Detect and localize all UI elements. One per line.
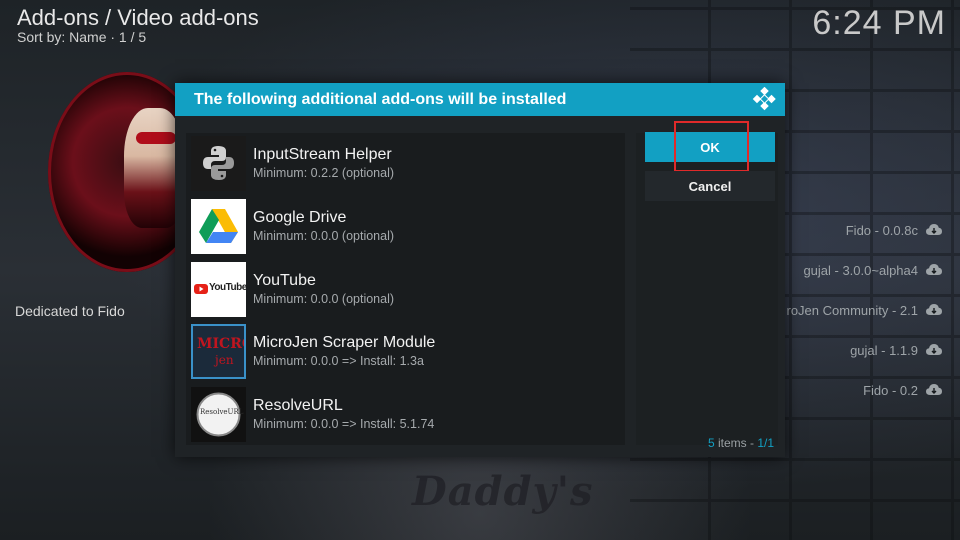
cloud-download-icon <box>926 384 942 396</box>
cloud-download-icon <box>926 264 942 276</box>
cloud-download-icon <box>926 224 942 236</box>
microjen-logo-text-1: MICRO <box>197 335 244 352</box>
addon-description: Dedicated to Fido <box>15 303 125 319</box>
resolveurl-icon: ResolveURL <box>191 386 246 442</box>
resolveurl-logo-text: ResolveURL <box>200 407 244 416</box>
python-icon: python <box>191 135 246 191</box>
cancel-button[interactable]: Cancel <box>645 171 775 201</box>
list-item[interactable]: MICRO jen MicroJen Scraper Module Minimu… <box>191 322 625 380</box>
breadcrumb: Add-ons / Video add-ons <box>17 5 259 30</box>
list-item[interactable]: python InputStream Helper Minimum: 0.2.2… <box>191 134 625 192</box>
kodi-logo-icon <box>752 86 777 112</box>
list-item[interactable]: ResolveURL ResolveURL Minimum: 0.0.0 => … <box>191 385 625 443</box>
repo-item-label: roJen Community - 2.1 <box>786 302 919 318</box>
ok-button-highlight <box>674 121 749 172</box>
addon-name: Google Drive <box>253 209 347 226</box>
cloud-download-icon <box>926 344 942 356</box>
google-drive-icon <box>191 198 246 254</box>
microjen-icon: MICRO jen <box>191 323 246 379</box>
dialog-title: The following additional add-ons will be… <box>194 90 567 108</box>
items-count-number: 5 <box>707 436 715 450</box>
items-count-label: items - <box>714 436 758 450</box>
repo-item-label: Fido - 0.0.8c <box>845 222 918 238</box>
clock: 6:24 PM <box>812 4 946 42</box>
list-item[interactable]: YouTube YouTube Minimum: 0.0.0 (optional… <box>191 260 625 318</box>
addon-version: Minimum: 0.0.0 => Install: 5.1.74 <box>253 417 435 431</box>
items-page: 1/1 <box>757 436 774 450</box>
addon-version: Minimum: 0.0.0 => Install: 1.3a <box>253 354 424 368</box>
list-item[interactable]: Google Drive Minimum: 0.0.0 (optional) <box>191 197 625 255</box>
dependency-install-dialog: The following additional add-ons will be… <box>175 83 785 457</box>
cloud-download-icon <box>926 304 942 316</box>
dialog-header: The following additional add-ons will be… <box>175 83 785 116</box>
sort-info: Sort by: Name · 1 / 5 <box>17 29 147 45</box>
repo-item-label: Fido - 0.2 <box>863 382 918 398</box>
background-banner-text: Daddy's <box>412 468 594 515</box>
addon-version: Minimum: 0.0.0 (optional) <box>253 292 395 306</box>
repo-item-label: gujal - 1.1.9 <box>850 342 918 358</box>
addon-name: InputStream Helper <box>253 146 392 163</box>
addon-name: YouTube <box>253 272 316 289</box>
items-count: 5 items - 1/1 <box>708 436 774 450</box>
microjen-logo-text-2: jen <box>215 352 234 367</box>
addon-name: ResolveURL <box>253 397 343 414</box>
repo-item-label: gujal - 3.0.0~alpha4 <box>803 262 918 278</box>
youtube-wordmark: YouTube <box>209 281 246 293</box>
addon-version: Minimum: 0.2.2 (optional) <box>253 166 395 180</box>
addon-version: Minimum: 0.0.0 (optional) <box>253 229 395 243</box>
youtube-icon: YouTube <box>191 261 246 317</box>
addon-name: MicroJen Scraper Module <box>253 334 436 351</box>
